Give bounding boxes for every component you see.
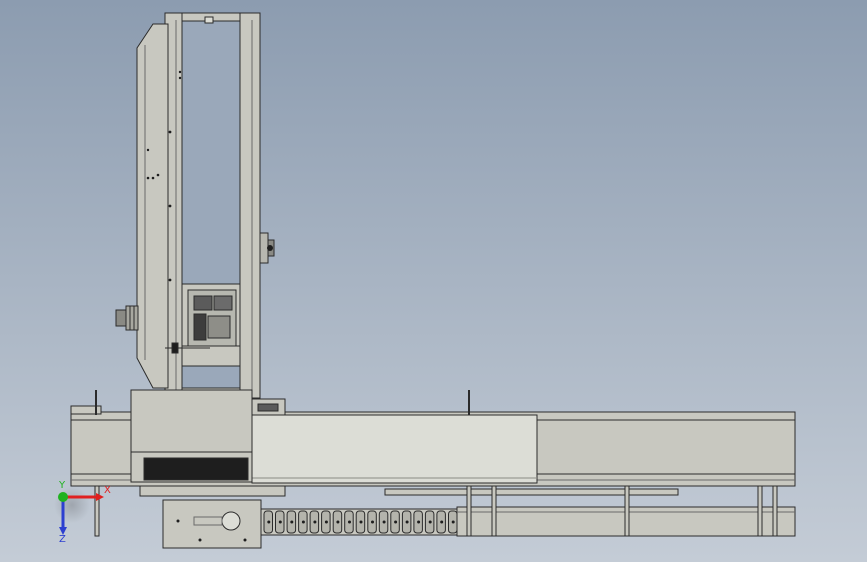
chain-link-pin <box>290 520 294 524</box>
chain-link-pin <box>313 520 317 524</box>
cable-drag-chain[interactable] <box>260 508 462 536</box>
chain-link-pin <box>428 520 432 524</box>
left-motor[interactable] <box>115 305 139 331</box>
chain-link-pin <box>405 520 409 524</box>
sliding-cover-panel[interactable] <box>251 414 538 484</box>
chain-link-pin <box>324 520 328 524</box>
support-leg[interactable] <box>624 485 630 537</box>
lower-drive-housing[interactable] <box>162 499 262 549</box>
support-leg[interactable] <box>466 485 472 537</box>
support-leg[interactable] <box>772 485 778 537</box>
chain-link-pin <box>336 520 340 524</box>
chain-link-pin <box>278 520 282 524</box>
chain-link-pin <box>394 520 398 524</box>
triad-y-label: Y <box>59 480 66 491</box>
chain-link-pin <box>371 520 374 524</box>
chain-link-pin <box>267 520 271 524</box>
triad-x-label: X <box>104 485 111 496</box>
chain-link-pin <box>440 520 444 524</box>
chain-link-pin <box>348 520 351 524</box>
support-leg[interactable] <box>491 485 497 537</box>
chain-link-pin <box>382 520 386 524</box>
assembly-model[interactable] <box>0 0 867 562</box>
support-leg[interactable] <box>757 485 763 537</box>
chain-link-pin <box>451 520 455 524</box>
triad-z-label: Z <box>59 534 66 545</box>
chain-link-pin <box>417 520 421 524</box>
cad-viewport[interactable]: X Y Z <box>0 0 867 562</box>
chain-link-pin <box>301 520 305 524</box>
chain-link-pin <box>359 520 363 524</box>
